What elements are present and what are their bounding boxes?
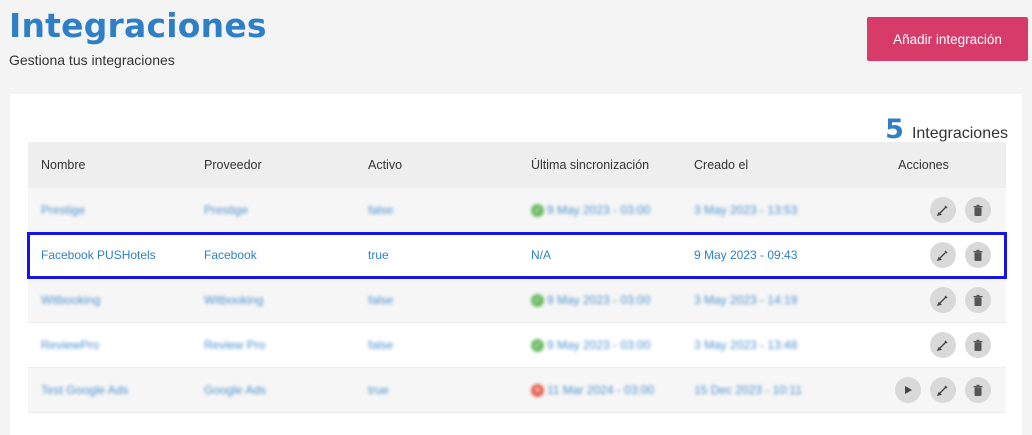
row-created: 9 May 2023 - 09:43 — [694, 248, 798, 262]
count-label: Integraciones — [911, 125, 1008, 142]
add-integration-button[interactable]: Añadir integración — [867, 17, 1028, 61]
row-name[interactable]: ReviewPro — [28, 338, 191, 352]
col-activo: Activo — [368, 158, 403, 172]
trash-icon[interactable] — [965, 332, 991, 358]
table-row[interactable]: ReviewPro Review Pro false ✓ 9 May 2023 … — [28, 323, 1006, 368]
edit-icon[interactable] — [930, 242, 956, 268]
row-actions — [841, 287, 1006, 313]
row-actions — [841, 242, 1006, 268]
row-sync: ✓ 9 May 2023 - 03:00 — [518, 203, 681, 217]
row-active: false — [368, 338, 394, 352]
table-row[interactable]: Prestige Prestige false ✓ 9 May 2023 - 0… — [28, 188, 1006, 233]
col-creado: Creado el — [694, 158, 749, 172]
error-icon: ✕ — [531, 383, 544, 397]
row-sync: ✓ 9 May 2023 - 03:00 — [518, 293, 681, 307]
row-actions — [841, 332, 1006, 358]
row-created: 3 May 2023 - 14:19 — [694, 293, 798, 307]
integrations-card: 5 Integraciones Nombre Proveedor Activo … — [10, 94, 1022, 435]
row-sync-text: 9 May 2023 - 03:00 — [547, 203, 651, 217]
row-sync: ✓ 9 May 2023 - 03:00 — [518, 338, 681, 352]
col-acciones: Acciones — [898, 158, 949, 172]
trash-icon[interactable] — [965, 197, 991, 223]
integrations-count: 5 Integraciones — [885, 114, 1008, 145]
row-sync-text: 11 Mar 2024 - 03:00 — [547, 383, 655, 397]
check-icon: ✓ — [531, 293, 544, 307]
edit-icon[interactable] — [930, 197, 956, 223]
edit-icon[interactable] — [930, 377, 956, 403]
play-icon[interactable] — [895, 377, 921, 403]
row-name[interactable]: Witbooking — [28, 293, 191, 307]
row-created: 15 Dec 2023 - 10:11 — [694, 383, 802, 397]
row-provider: Facebook — [204, 248, 257, 262]
table-header: Nombre Proveedor Activo Última sincroniz… — [28, 142, 1006, 188]
row-provider: Prestige — [204, 203, 249, 217]
row-name[interactable]: Facebook PUSHotels — [28, 248, 191, 262]
page-subtitle: Gestiona tus integraciones — [9, 52, 175, 68]
trash-icon[interactable] — [965, 287, 991, 313]
row-name[interactable]: Prestige — [28, 203, 191, 217]
row-active: false — [368, 203, 394, 217]
row-sync-text: 9 May 2023 - 03:00 — [547, 293, 651, 307]
row-sync: ✕ 11 Mar 2024 - 03:00 — [518, 383, 681, 397]
row-provider: Google Ads — [204, 383, 267, 397]
row-sync: N/A — [531, 248, 552, 262]
page-title: Integraciones — [9, 6, 267, 45]
col-proveedor: Proveedor — [204, 158, 262, 172]
col-nombre: Nombre — [41, 158, 86, 172]
trash-icon[interactable] — [965, 242, 991, 268]
row-provider: Review Pro — [204, 338, 266, 352]
edit-icon[interactable] — [930, 287, 956, 313]
integrations-table: Nombre Proveedor Activo Última sincroniz… — [27, 142, 1007, 413]
row-created: 3 May 2023 - 13:48 — [694, 338, 798, 352]
row-name[interactable]: Test Google Ads — [28, 383, 191, 397]
count-number: 5 — [885, 114, 904, 145]
row-actions — [841, 377, 1006, 403]
row-sync-text: 9 May 2023 - 03:00 — [547, 338, 651, 352]
edit-icon[interactable] — [930, 332, 956, 358]
table-row-highlighted[interactable]: Facebook PUSHotels Facebook true N/A 9 M… — [27, 232, 1007, 279]
row-created: 3 May 2023 - 13:53 — [694, 203, 798, 217]
table-row[interactable]: Witbooking Witbooking false ✓ 9 May 2023… — [28, 278, 1006, 323]
row-active: false — [368, 293, 394, 307]
check-icon: ✓ — [531, 203, 544, 217]
row-active: true — [368, 248, 389, 262]
row-active: true — [368, 383, 389, 397]
table-row[interactable]: Test Google Ads Google Ads true ✕ 11 Mar… — [28, 368, 1006, 413]
trash-icon[interactable] — [965, 377, 991, 403]
row-actions — [841, 197, 1006, 223]
check-icon: ✓ — [531, 338, 544, 352]
col-sincronizacion: Última sincronización — [531, 158, 650, 172]
row-provider: Witbooking — [204, 293, 264, 307]
